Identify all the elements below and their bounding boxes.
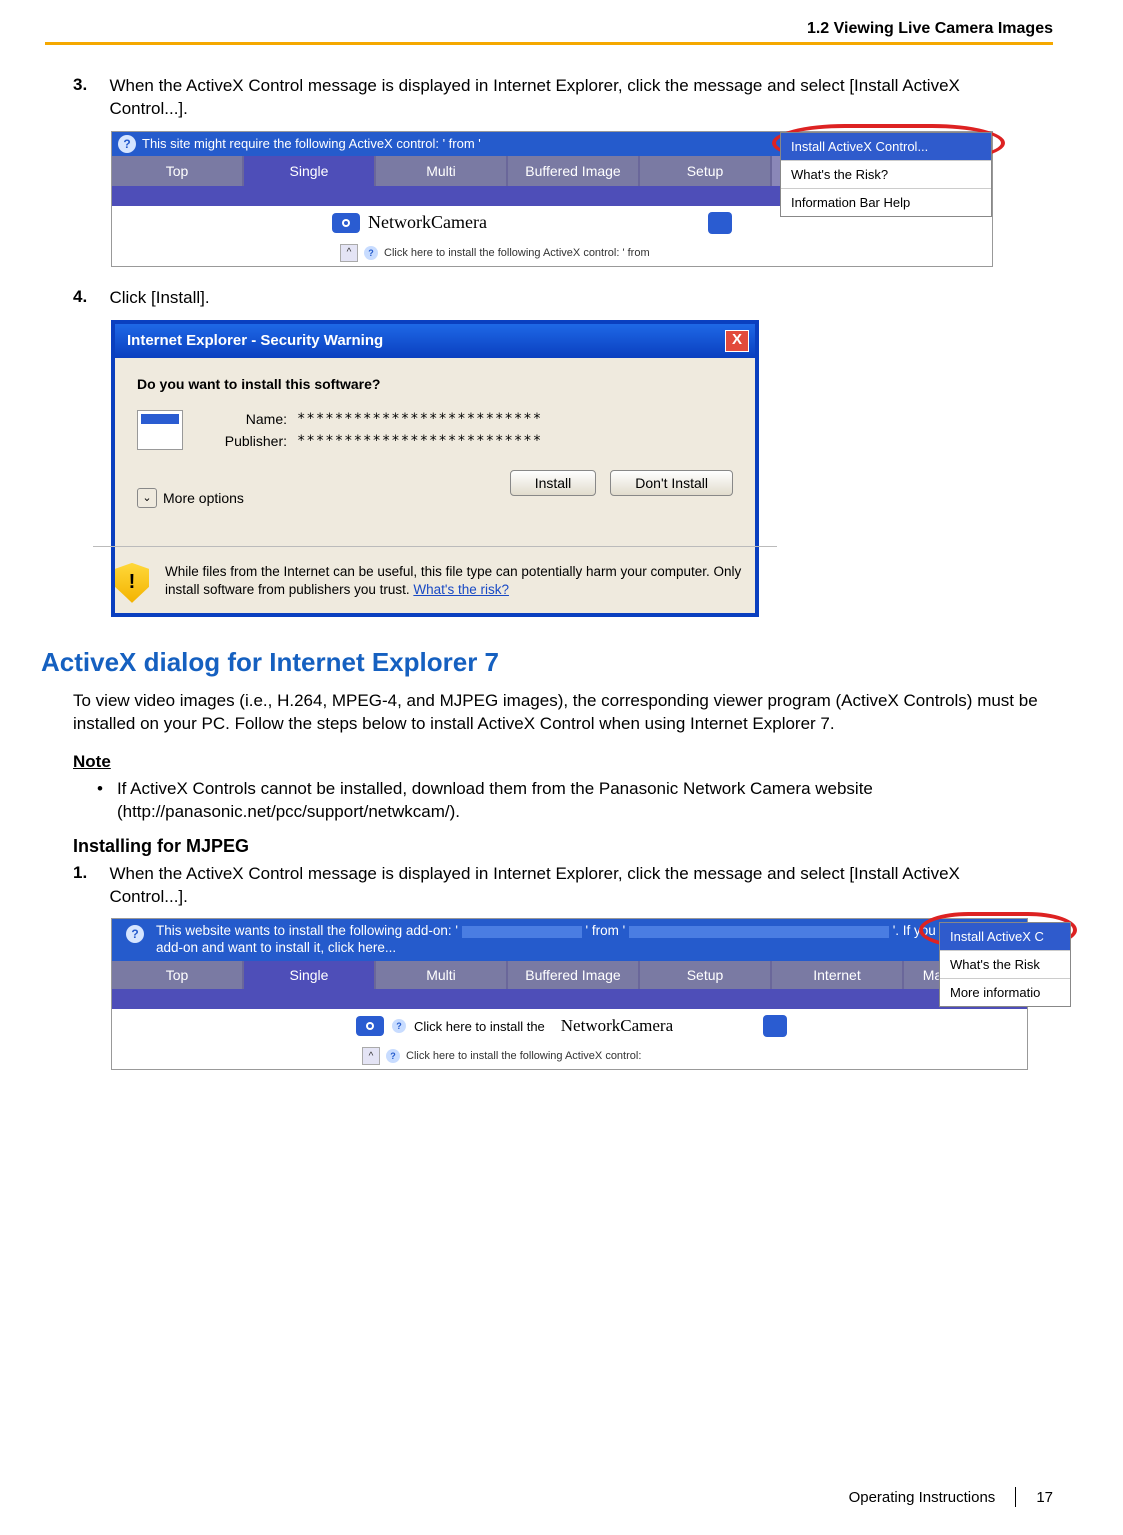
menu-whats-the-risk[interactable]: What's the Risk?	[781, 161, 991, 189]
step-text: When the ActiveX Control message is disp…	[109, 75, 1009, 121]
bullet-mark: •	[97, 778, 103, 824]
info-icon: ?	[126, 925, 144, 943]
more-options-toggle[interactable]: ⌄ More options	[137, 488, 244, 508]
step-number: 4.	[73, 287, 105, 307]
note-label: Note	[73, 752, 1053, 772]
intro-paragraph: To view video images (i.e., H.264, MPEG-…	[73, 690, 1053, 736]
camera-title-row: ? Click here to install the NetworkCamer…	[112, 1009, 1027, 1043]
clickhere-text: Click here to install the following Acti…	[384, 247, 650, 259]
tab-buffered[interactable]: Buffered Image	[508, 156, 640, 186]
dialog-titlebar: Internet Explorer - Security Warning X	[115, 324, 755, 358]
security-warning-dialog: Internet Explorer - Security Warning X D…	[111, 320, 759, 617]
more-options-label: More options	[163, 490, 244, 506]
tab-top[interactable]: Top	[112, 961, 244, 989]
step-text: Click [Install].	[109, 287, 1009, 310]
infobar-text: This website wants to install the follow…	[156, 923, 936, 957]
tab-single[interactable]: Single	[244, 156, 376, 186]
infobar-text: This site might require the following Ac…	[142, 136, 481, 151]
screenshot-ie6-infobar: ? This site might require the following …	[111, 131, 993, 267]
step-number: 1.	[73, 863, 105, 883]
menu-install-activex[interactable]: Install ActiveX Control...	[781, 133, 991, 161]
note-text: If ActiveX Controls cannot be installed,…	[117, 778, 1053, 824]
section-heading: ActiveX dialog for Internet Explorer 7	[41, 647, 1053, 678]
info-icon: ?	[118, 135, 136, 153]
menu-install-activex[interactable]: Install ActiveX C	[940, 923, 1070, 951]
menu-more-information[interactable]: More informatio	[940, 979, 1070, 1006]
tab-multi[interactable]: Multi	[376, 156, 508, 186]
page-header-section: 1.2 Viewing Live Camera Images	[45, 20, 1053, 38]
name-value: **************************	[297, 411, 542, 427]
menu-whats-the-risk[interactable]: What's the Risk	[940, 951, 1070, 979]
step-text: When the ActiveX Control message is disp…	[109, 863, 1009, 909]
install-button[interactable]: Install	[510, 470, 597, 496]
clickhere-text: Click here to install the following Acti…	[406, 1050, 641, 1062]
screenshot-ie7-infobar: ? This website wants to install the foll…	[111, 918, 1028, 1070]
camera-title: NetworkCamera	[368, 212, 487, 233]
step-number: 3.	[73, 75, 105, 95]
tab-multi[interactable]: Multi	[376, 961, 508, 989]
camera-icon	[332, 213, 360, 233]
tab-setup[interactable]: Setup	[640, 156, 772, 186]
step-1: 1. When the ActiveX Control message is d…	[73, 863, 1053, 909]
close-button[interactable]: X	[725, 330, 749, 352]
subheading-mjpeg: Installing for MJPEG	[73, 836, 1053, 857]
menu-infobar-help[interactable]: Information Bar Help	[781, 189, 991, 216]
step-4: 4. Click [Install].	[73, 287, 1053, 310]
step-3: 3. When the ActiveX Control message is d…	[73, 75, 1053, 121]
publisher-label: Publisher:	[207, 433, 287, 449]
fullscreen-button[interactable]	[763, 1015, 787, 1037]
info-icon: ?	[386, 1049, 400, 1063]
footer-doc-title: Operating Instructions	[849, 1489, 996, 1506]
camera-title: NetworkCamera	[561, 1016, 673, 1036]
tab-single[interactable]: Single	[244, 961, 376, 989]
info-icon: ?	[364, 246, 378, 260]
header-rule	[45, 42, 1053, 45]
note-bullet: • If ActiveX Controls cannot be installe…	[97, 778, 1053, 824]
activex-clickhere-row[interactable]: ^ ? Click here to install the following …	[112, 1043, 1027, 1069]
fullscreen-button[interactable]	[708, 212, 732, 234]
chevron-up-icon: ^	[340, 244, 358, 262]
chevron-down-icon: ⌄	[137, 488, 157, 508]
whats-the-risk-link[interactable]: What's the risk?	[413, 582, 509, 597]
dialog-title-text: Internet Explorer - Security Warning	[127, 332, 383, 349]
dialog-question: Do you want to install this software?	[137, 376, 733, 392]
tab-internet[interactable]: Internet	[772, 961, 904, 989]
footer-separator	[1015, 1487, 1016, 1507]
ie-context-menu: Install ActiveX C What's the Risk More i…	[939, 922, 1071, 1007]
dialog-warning-text: While files from the Internet can be use…	[165, 563, 755, 603]
publisher-value: **************************	[297, 433, 542, 449]
dont-install-button[interactable]: Don't Install	[610, 470, 733, 496]
blue-strip	[112, 989, 1027, 1009]
tab-setup[interactable]: Setup	[640, 961, 772, 989]
info-icon: ?	[392, 1019, 406, 1033]
camera-icon	[356, 1016, 384, 1036]
footer-page-number: 17	[1036, 1489, 1053, 1506]
install-hint: Click here to install the	[414, 1019, 545, 1034]
shield-warning-icon: !	[115, 563, 149, 603]
activex-clickhere-row[interactable]: ^ ? Click here to install the following …	[112, 240, 992, 266]
tab-top[interactable]: Top	[112, 156, 244, 186]
software-icon	[137, 410, 183, 450]
name-label: Name:	[207, 411, 287, 427]
ie-infobar[interactable]: ? This website wants to install the foll…	[112, 919, 1027, 961]
camera-tabs: Top Single Multi Buffered Image Setup In…	[112, 961, 1027, 989]
ie-context-menu: Install ActiveX Control... What's the Ri…	[780, 132, 992, 217]
page-footer: Operating Instructions 17	[849, 1487, 1053, 1507]
tab-buffered[interactable]: Buffered Image	[508, 961, 640, 989]
chevron-up-icon: ^	[362, 1047, 380, 1065]
